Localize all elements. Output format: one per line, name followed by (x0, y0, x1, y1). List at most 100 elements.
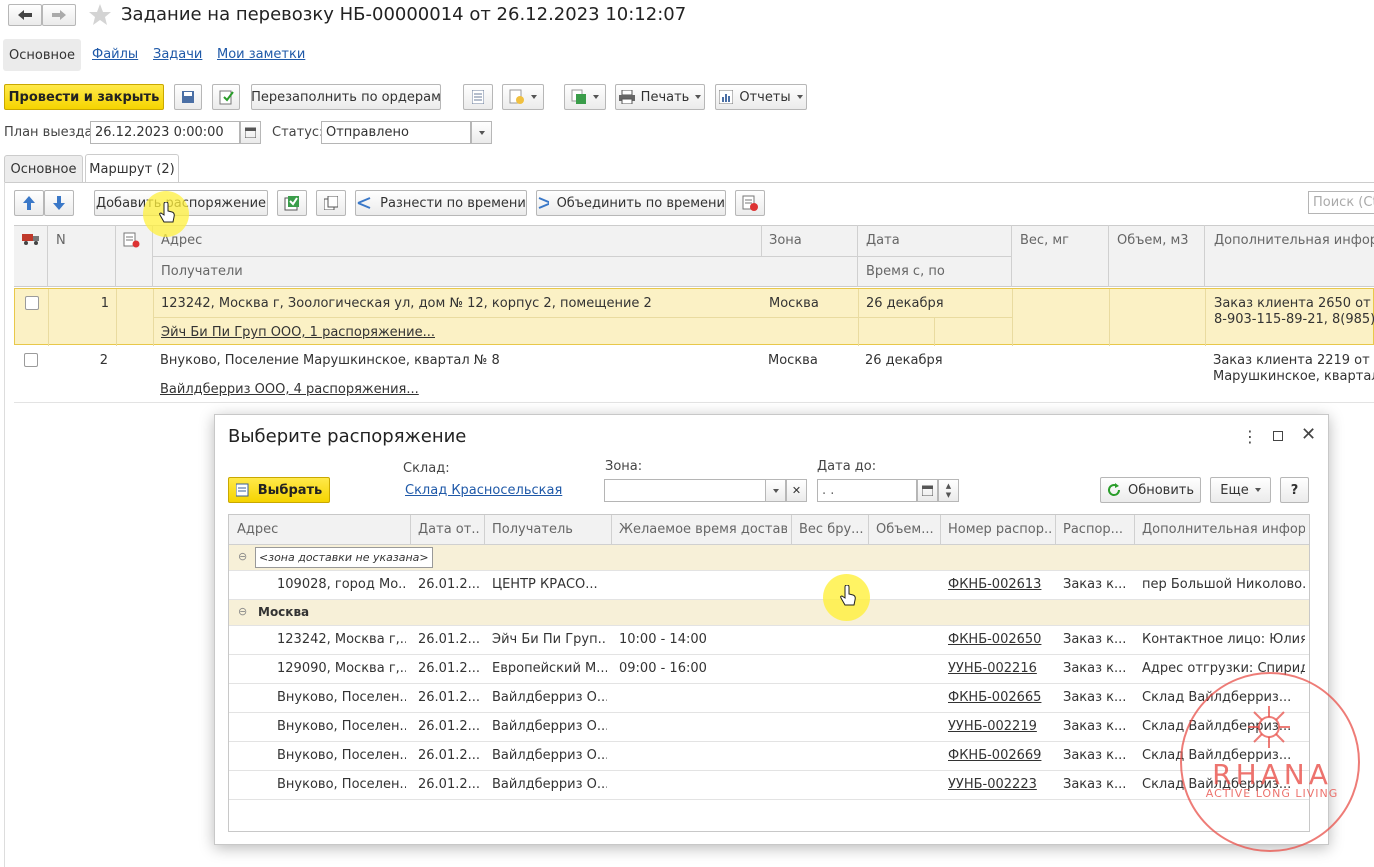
table-row[interactable]: Внуково, Поселен... 26.01.2... Вайлдберриз… (229, 684, 1309, 713)
zone-clear-button[interactable]: ✕ (786, 479, 807, 502)
col-recipients[interactable]: Получатели (161, 264, 243, 279)
col-recipient[interactable]: Получатель (492, 522, 607, 537)
cell-address: 123242, Москва г,... (277, 632, 406, 647)
collapse-toggle-icon[interactable]: ⊖ (238, 605, 247, 618)
cell-order-number[interactable]: ФКНБ-002669 (948, 748, 1051, 763)
date-to-input[interactable]: . . (817, 479, 917, 502)
date-calendar-button[interactable] (917, 479, 938, 502)
refill-button[interactable]: Перезаполнить по ордерам (251, 84, 441, 110)
col-desired-time[interactable]: Желаемое время доставки (619, 522, 787, 537)
status-dropdown-button[interactable] (471, 121, 492, 144)
calendar-button[interactable] (240, 121, 261, 144)
table-row[interactable]: Внуково, Поселен... 26.01.2... Вайлдберриз… (229, 742, 1309, 771)
cell-order-number[interactable]: ФКНБ-002665 (948, 690, 1051, 705)
col-date-from[interactable]: Дата от... (418, 522, 480, 537)
list-button[interactable] (463, 84, 493, 110)
maximize-icon[interactable] (1273, 431, 1283, 441)
form-tab-main[interactable]: Основное (4, 155, 83, 183)
more-menu-icon[interactable]: ⋮ (1242, 427, 1258, 446)
back-button[interactable] (8, 4, 42, 26)
close-icon[interactable]: ✕ (1301, 424, 1316, 445)
table-row[interactable]: 129090, Москва г,... 26.01.2... Европейски… (229, 655, 1309, 684)
col-weight[interactable]: Вес бру... (799, 522, 864, 537)
cell-address: Внуково, Поселен... (277, 777, 406, 792)
refresh-button[interactable]: Обновить (1100, 477, 1201, 503)
table-row[interactable]: 109028, город Мо... 26.01.2... ЦЕНТР КРАСО… (229, 571, 1309, 600)
search-input[interactable]: Поиск (Ctrl (1308, 191, 1374, 214)
nav-tab-main[interactable]: Основное (3, 39, 81, 71)
check-all-button[interactable] (277, 190, 307, 216)
cell-order-number[interactable]: УУНБ-002216 (948, 661, 1051, 676)
related-docs-button[interactable] (564, 84, 606, 110)
cell-date-from: 26.01.2... (418, 777, 480, 792)
col-zone[interactable]: Зона (769, 233, 802, 248)
help-button[interactable]: ? (1280, 477, 1309, 503)
col-volume[interactable]: Объем, м3 (1117, 233, 1189, 248)
merge-time-button[interactable]: Объединить по времени (536, 190, 726, 216)
arrow-right-icon (52, 10, 66, 20)
cell-order-number[interactable]: УУНБ-002219 (948, 719, 1051, 734)
row-number: 2 (99, 353, 108, 368)
delete-order-button[interactable] (735, 190, 765, 216)
col-address[interactable]: Адрес (237, 522, 406, 537)
col-volume[interactable]: Объем... (876, 522, 936, 537)
status-select[interactable]: Отправлено (321, 121, 471, 144)
table-row[interactable]: Внуково, Поселен... 26.01.2... Вайлдберриз… (229, 713, 1309, 742)
spread-time-button[interactable]: Разнести по времени (355, 190, 527, 216)
nav-tab-tasks[interactable]: Задачи (153, 47, 202, 62)
group-row[interactable]: ⊖ Москва (229, 600, 1309, 626)
col-date[interactable]: Дата (866, 233, 900, 248)
print-button[interactable]: Печать (615, 84, 705, 110)
table-row[interactable]: Внуково, Поселен... 26.01.2... Вайлдберриз… (229, 771, 1309, 800)
plan-date-input[interactable]: 26.12.2023 0:00:00 (90, 121, 240, 144)
cell-order-type: Заказ к... (1063, 777, 1127, 792)
save-button[interactable] (174, 84, 202, 110)
cell-recipient: Вайлдберриз О... (492, 777, 607, 792)
select-button[interactable]: Выбрать (228, 477, 330, 503)
post-button[interactable] (212, 84, 240, 110)
cell-order-number[interactable]: УУНБ-002223 (948, 777, 1051, 792)
move-up-button[interactable] (14, 190, 44, 216)
row-recipients-link[interactable]: Вайлдберриз ООО, 4 распоряжения... (160, 382, 419, 397)
cell-recipient: Вайлдберриз О... (492, 690, 607, 705)
zone-input[interactable] (604, 479, 766, 502)
col-additional-info[interactable]: Дополнительная инфор... (1142, 522, 1305, 537)
warehouse-link[interactable]: Склад Красносельская (405, 483, 562, 498)
select-list-icon (235, 483, 249, 497)
col-info[interactable]: Дополнительная информа (1214, 233, 1374, 248)
cell-additional-info: пер Большой Николово... (1142, 577, 1305, 592)
table-row[interactable]: 2 Внуково, Поселение Марушкинское, кварт… (14, 346, 1374, 403)
table-row[interactable]: 1 123242, Москва г, Зоологическая ул, до… (14, 288, 1374, 346)
col-time[interactable]: Время с, по (866, 264, 945, 279)
cell-order-number[interactable]: ФКНБ-002613 (948, 577, 1051, 592)
table-row[interactable]: 123242, Москва г,... 26.01.2... Эйч Би Пи … (229, 626, 1309, 655)
collapse-toggle-icon[interactable]: ⊖ (238, 550, 247, 563)
move-down-button[interactable] (44, 190, 74, 216)
col-order-number[interactable]: Номер распор... (948, 522, 1051, 537)
reports-button[interactable]: Отчеты (715, 84, 807, 110)
group-row[interactable]: ⊖ <зона доставки не указана> (229, 545, 1309, 571)
nav-tab-files[interactable]: Файлы (92, 47, 138, 62)
row-recipients-link[interactable]: Эйч Би Пи Груп ООО, 1 распоряжение... (161, 325, 435, 340)
cell-recipient: Вайлдберриз О... (492, 748, 607, 763)
clear-icon: ✕ (791, 484, 802, 497)
col-order-type[interactable]: Распор... (1063, 522, 1130, 537)
copy-button[interactable] (316, 190, 346, 216)
more-button[interactable]: Еще (1210, 477, 1271, 503)
zone-dropdown-button[interactable] (765, 479, 786, 502)
nav-tab-notes[interactable]: Мои заметки (217, 47, 305, 62)
forward-button[interactable] (42, 4, 76, 26)
date-spinner[interactable]: ▲ ▼ (938, 479, 959, 502)
cell-order-number[interactable]: ФКНБ-002650 (948, 632, 1051, 647)
orders-table: Адрес Дата от... Получатель Желаемое время … (228, 514, 1310, 832)
row-checkbox[interactable] (25, 296, 39, 310)
post-close-button[interactable]: Провести и закрыть (4, 84, 164, 110)
row-checkbox[interactable] (24, 353, 38, 367)
tab-panel-left-border (4, 182, 5, 867)
favorite-star-icon[interactable] (88, 3, 112, 27)
col-weight[interactable]: Вес, мг (1020, 233, 1069, 248)
form-tab-route[interactable]: Маршрут (2) (85, 154, 179, 183)
status-label: Статус: (272, 125, 324, 140)
create-based-button[interactable] (502, 84, 544, 110)
col-n[interactable]: N (56, 233, 66, 248)
